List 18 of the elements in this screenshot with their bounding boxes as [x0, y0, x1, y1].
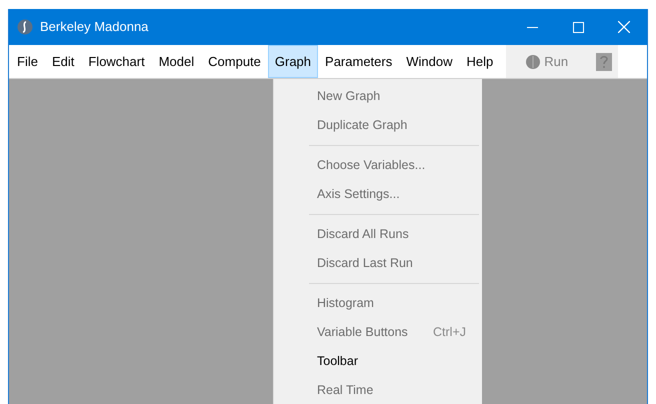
menu-item[interactable]: Edit [44, 45, 82, 78]
menu-item[interactable]: Compute [201, 45, 268, 78]
close-icon [618, 21, 630, 33]
menu-item[interactable]: File [10, 45, 45, 78]
menu-item[interactable]: Window [399, 45, 460, 78]
menu-item[interactable]: Model [152, 45, 202, 78]
maximize-icon [572, 22, 584, 32]
minimize-icon [526, 26, 538, 28]
app-logo-icon [17, 19, 33, 35]
menu-item[interactable]: Graph [268, 45, 318, 78]
menu-entry[interactable]: Toolbar [274, 347, 482, 376]
shortcut-label: Ctrl+J [433, 324, 466, 342]
run-icon [526, 54, 540, 68]
menu-item[interactable]: Help [459, 45, 500, 78]
help-icon[interactable] [596, 52, 612, 70]
window-title: Berkeley Madonna [40, 18, 148, 36]
menu-item[interactable]: Flowchart [81, 45, 152, 78]
menu-item[interactable]: Parameters [318, 45, 400, 78]
